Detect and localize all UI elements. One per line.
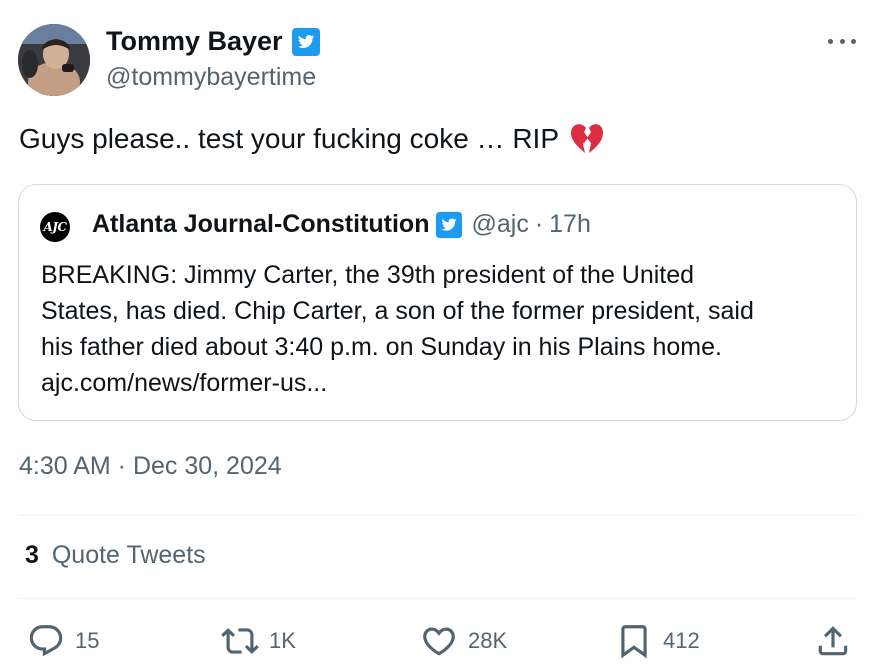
quoted-text: BREAKING: Jimmy Carter, the 39th preside… <box>41 257 841 401</box>
tweet-text-content: Guys please.. test your fucking coke … R… <box>19 123 560 154</box>
quoted-handle[interactable]: @ajc <box>471 210 528 239</box>
divider <box>18 598 858 599</box>
like-button[interactable]: 28K <box>420 621 507 661</box>
quoted-name[interactable]: Atlanta Journal-Constitution <box>92 210 429 239</box>
retweet-button[interactable]: 1K <box>221 621 296 661</box>
more-dot <box>851 38 856 44</box>
retweet-count: 1K <box>269 628 296 653</box>
quoted-text-line: States, has died. Chip Carter, a son of … <box>41 297 754 325</box>
author-handle[interactable]: @tommybayertime <box>106 63 316 92</box>
quoted-text-line: BREAKING: Jimmy Carter, the 39th preside… <box>41 261 695 289</box>
author-name[interactable]: Tommy Bayer <box>106 26 321 57</box>
reply-icon <box>29 625 63 657</box>
heart-icon <box>423 627 455 656</box>
quote-tweets-count: 3 <box>25 541 39 569</box>
share-button[interactable] <box>814 621 852 661</box>
reply-count: 15 <box>75 628 100 653</box>
more-dot <box>828 38 833 44</box>
tweet-timestamp[interactable]: 4:30 AM · Dec 30, 2024 <box>19 452 282 481</box>
like-count: 28K <box>468 628 508 653</box>
verified-badge-icon <box>436 211 463 238</box>
tweet-text: Guys please.. test your fucking coke … R… <box>19 122 605 156</box>
quoted-link[interactable]: ajc.com/news/former-us... <box>41 365 841 401</box>
author-avatar[interactable] <box>18 24 90 96</box>
more-icon[interactable] <box>828 34 856 48</box>
quoted-separator: · <box>534 210 544 238</box>
more-dot <box>839 38 845 44</box>
divider <box>18 515 858 516</box>
tweet-detail: Tommy Bayer @tommybayertime Guys please.… <box>0 0 874 669</box>
verified-badge-icon <box>291 27 320 56</box>
quoted-header: Atlanta Journal-Constitution @ajc · 17h <box>92 210 591 239</box>
retweet-icon <box>221 628 259 654</box>
quote-tweets-label: Quote Tweets <box>51 541 206 569</box>
author-name-text[interactable]: Tommy Bayer <box>106 26 283 57</box>
quoted-avatar[interactable]: AJC <box>40 212 70 242</box>
bookmark-count: 412 <box>663 628 700 653</box>
bookmark-icon <box>621 625 647 659</box>
share-icon <box>818 626 848 656</box>
quote-tweets-link[interactable]: 3 Quote Tweets <box>25 541 206 570</box>
quoted-text-line: his father died about 3:40 p.m. on Sunda… <box>41 333 722 361</box>
bookmark-button[interactable]: 412 <box>615 621 700 661</box>
quoted-tweet-card[interactable]: AJC Atlanta Journal-Constitution @ajc · … <box>18 184 857 421</box>
broken-heart-icon <box>571 124 604 153</box>
quoted-time[interactable]: 17h <box>549 210 591 239</box>
reply-button[interactable]: 15 <box>27 621 99 661</box>
